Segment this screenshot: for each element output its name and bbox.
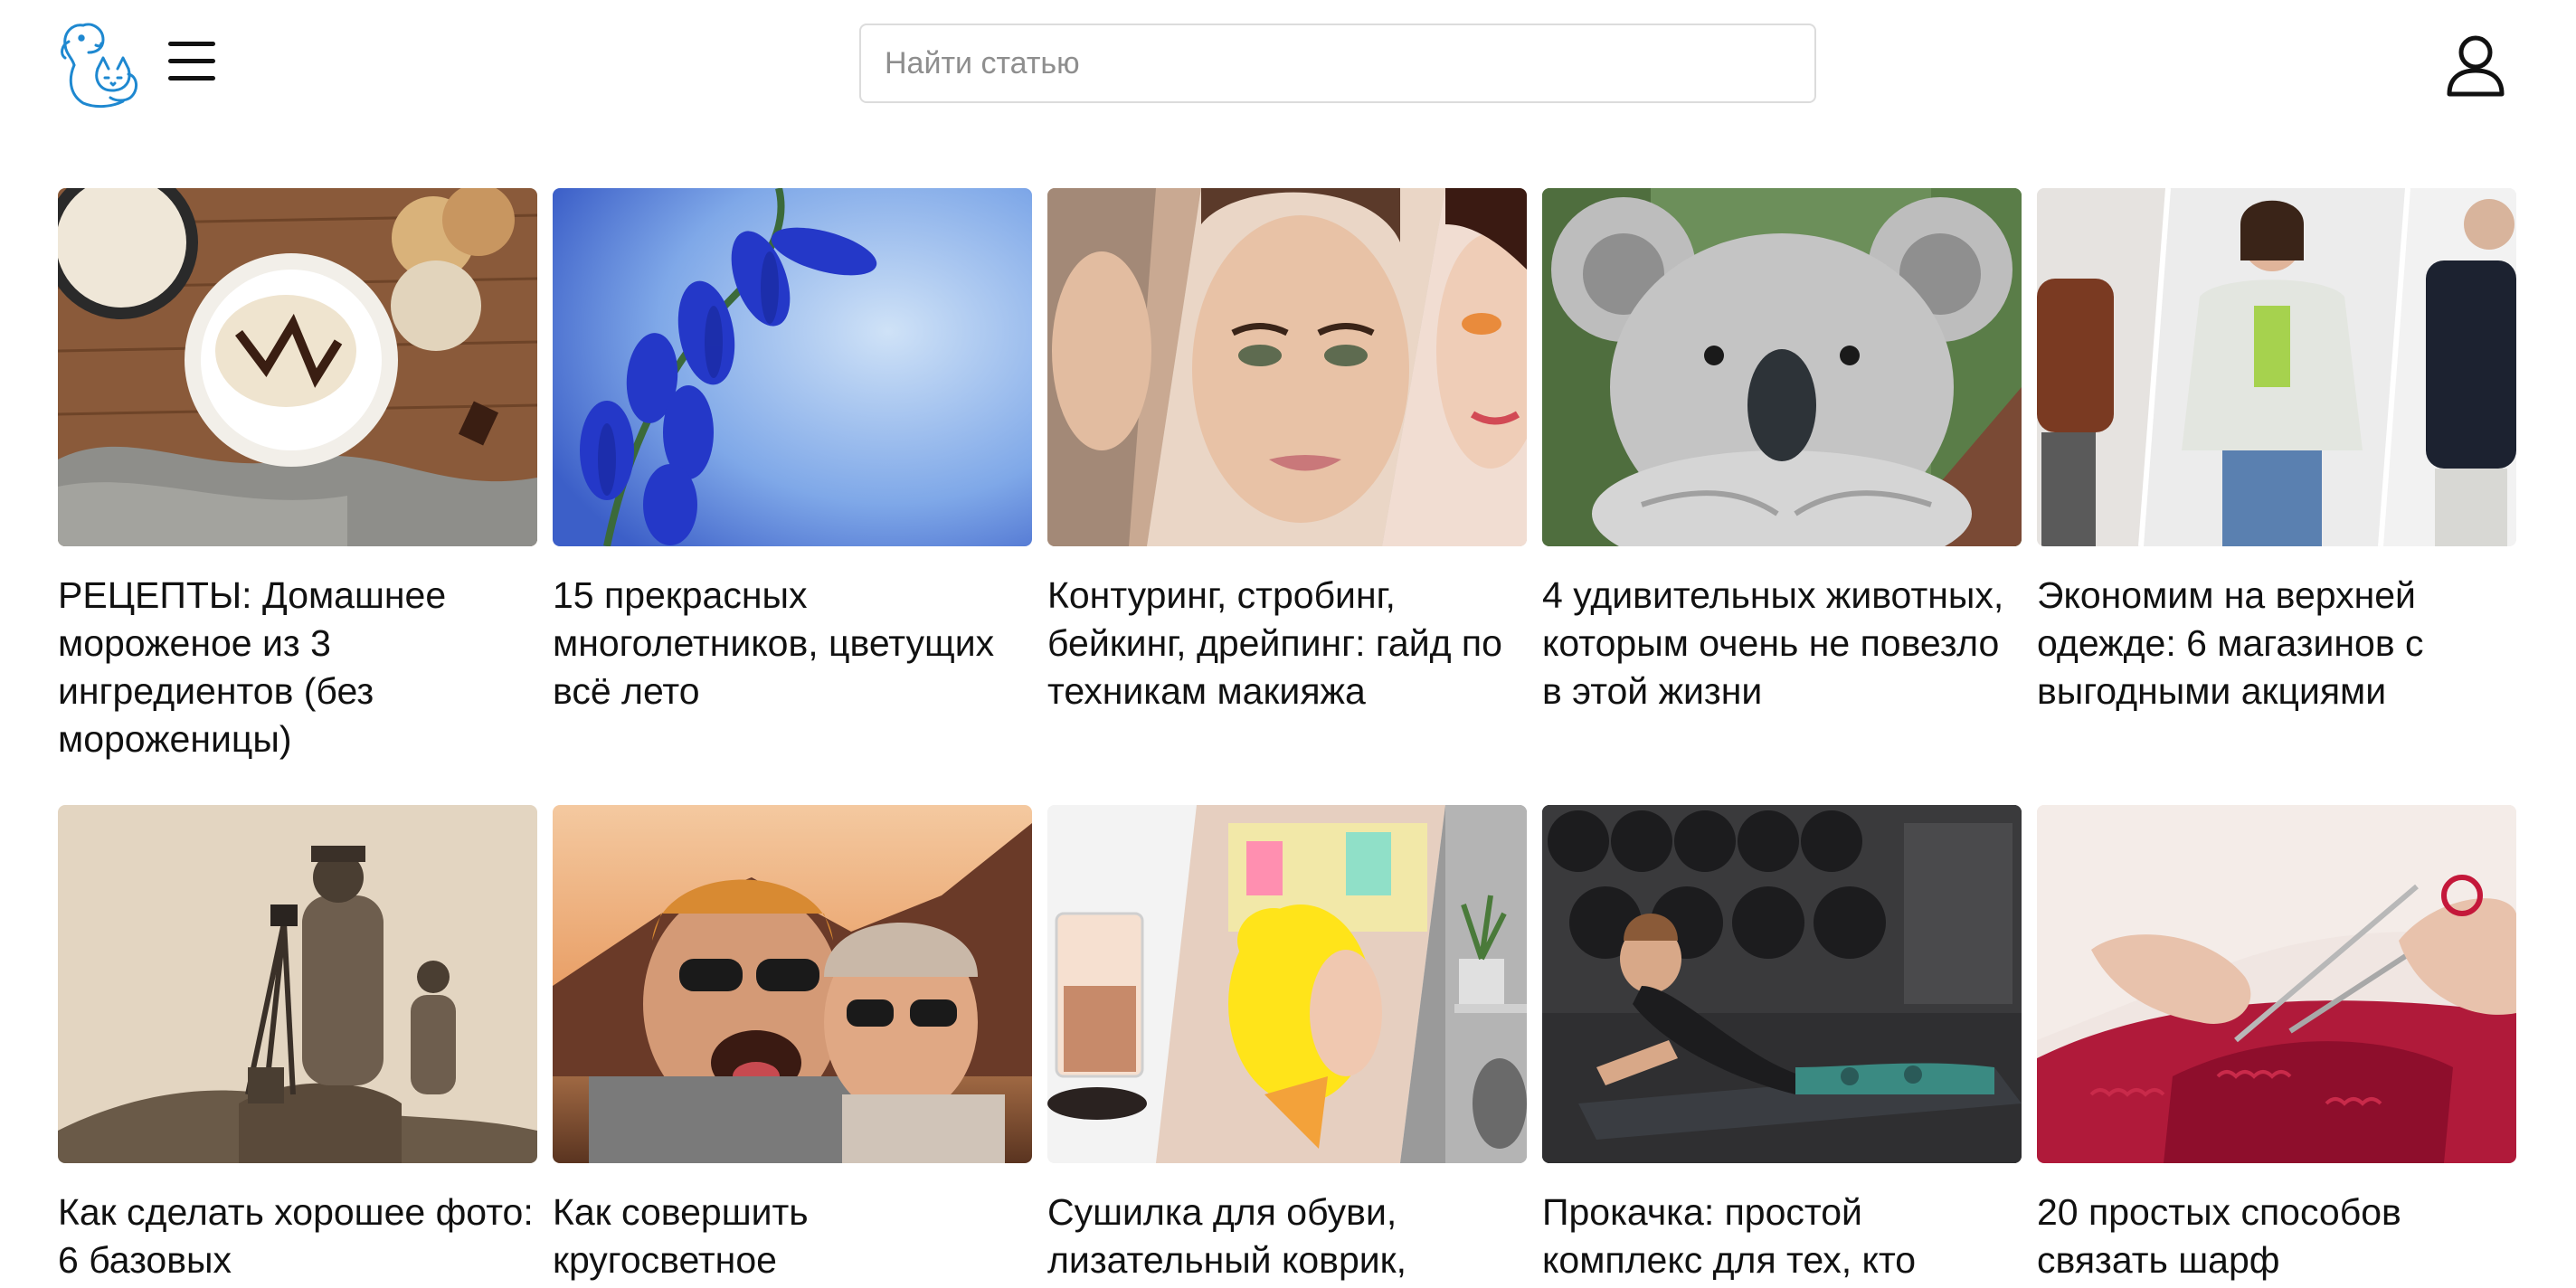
search-input[interactable] bbox=[859, 24, 1816, 103]
article-card[interactable]: Контуринг, стробинг, бейкинг, дрейпинг: … bbox=[1047, 188, 1527, 805]
article-title: Экономим на верхней одежде: 6 магазинов … bbox=[2037, 574, 2424, 712]
article-card[interactable]: Сушилка для обуви, лизательный коврик, bbox=[1047, 805, 1527, 1284]
articles-grid: РЕЦЕПТЫ: Домашнее мороженое из 3 ингреди… bbox=[58, 188, 2518, 1284]
hamburger-menu-icon[interactable] bbox=[165, 38, 219, 85]
article-card[interactable]: РЕЦЕПТЫ: Домашнее мороженое из 3 ингреди… bbox=[58, 188, 537, 805]
article-title: 15 прекрасных многолетников, цветущих вс… bbox=[553, 574, 995, 712]
outerwear-models-collage-photo bbox=[2037, 188, 2516, 546]
article-title: 20 простых способов связать шарф bbox=[2037, 1191, 2401, 1281]
article-card[interactable]: Как совершить кругосветное bbox=[553, 805, 1032, 1284]
gadgets-collage-photo bbox=[1047, 805, 1527, 1163]
makeup-faces-collage-photo bbox=[1047, 188, 1527, 546]
article-title: Сушилка для обуви, лизательный коврик, bbox=[1047, 1191, 1406, 1281]
site-header bbox=[0, 0, 2576, 172]
fitness-woman-mat-photo bbox=[1542, 805, 2022, 1163]
article-card[interactable]: Прокачка: простой комплекс для тех, кто bbox=[1542, 805, 2022, 1284]
article-title: Прокачка: простой комплекс для тех, кто bbox=[1542, 1191, 1917, 1281]
article-title: 4 удивительных животных, которым очень н… bbox=[1542, 574, 2004, 712]
koala-photo bbox=[1542, 188, 2022, 546]
article-title: Контуринг, стробинг, бейкинг, дрейпинг: … bbox=[1047, 574, 1502, 712]
article-card[interactable]: 4 удивительных животных, которым очень н… bbox=[1542, 188, 2022, 805]
vintage-photographers-photo bbox=[58, 805, 537, 1163]
article-card[interactable]: 20 простых способов связать шарф bbox=[2037, 805, 2516, 1284]
ice-cream-plate-photo bbox=[58, 188, 537, 546]
article-card[interactable]: Экономим на верхней одежде: 6 магазинов … bbox=[2037, 188, 2516, 805]
article-card[interactable]: 15 прекрасных многолетников, цветущих вс… bbox=[553, 188, 1032, 805]
knitting-red-yarn-photo bbox=[2037, 805, 2516, 1163]
user-profile-icon[interactable] bbox=[2446, 33, 2505, 98]
article-title: Как сделать хорошее фото: 6 базовых bbox=[58, 1191, 534, 1281]
article-title: РЕЦЕПТЫ: Домашнее мороженое из 3 ингреди… bbox=[58, 574, 447, 760]
cat-dog-logo-icon[interactable] bbox=[56, 18, 141, 109]
article-card[interactable]: Как сделать хорошее фото: 6 базовых bbox=[58, 805, 537, 1284]
bluebell-flowers-photo bbox=[553, 188, 1032, 546]
travel-selfie-couple-photo bbox=[553, 805, 1032, 1163]
article-title: Как совершить кругосветное bbox=[553, 1191, 809, 1281]
